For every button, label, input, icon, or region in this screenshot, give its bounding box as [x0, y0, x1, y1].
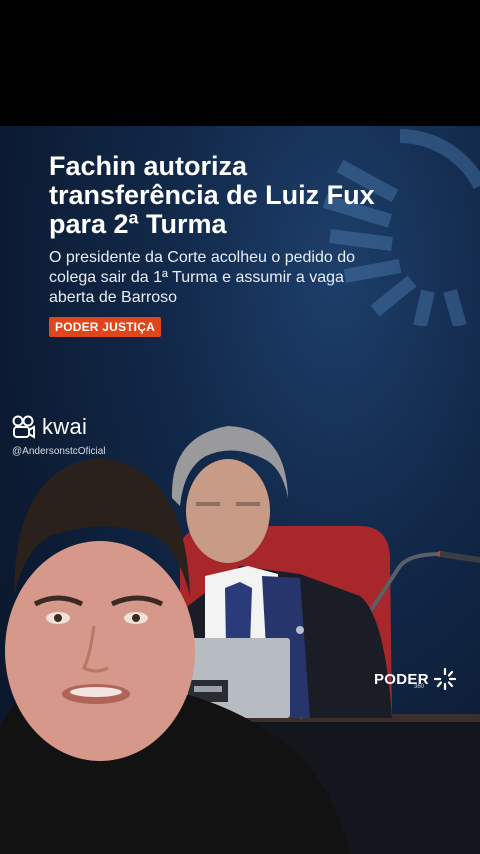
subtitle: O presidente da Corte acolheu o pedido d…	[49, 249, 355, 306]
video-frame[interactable]: Fachin autoriza transferência de Luiz Fu…	[0, 126, 480, 854]
headline: Fachin autoriza transferência de Luiz Fu…	[49, 151, 375, 239]
kwai-logo-icon	[12, 415, 35, 439]
kwai-wordmark: kwai	[42, 414, 88, 439]
poder-number: 360	[414, 684, 425, 690]
category-badge: PODER JUSTIÇA	[49, 317, 161, 337]
kwai-watermark: kwai	[12, 414, 87, 440]
presenter-face	[5, 541, 195, 761]
creator-handle[interactable]: @AndersonstcOficial	[12, 445, 122, 458]
judge-face	[186, 459, 270, 563]
sunburst-icon	[433, 667, 456, 691]
poder360-logo: PODER 360	[374, 667, 457, 691]
